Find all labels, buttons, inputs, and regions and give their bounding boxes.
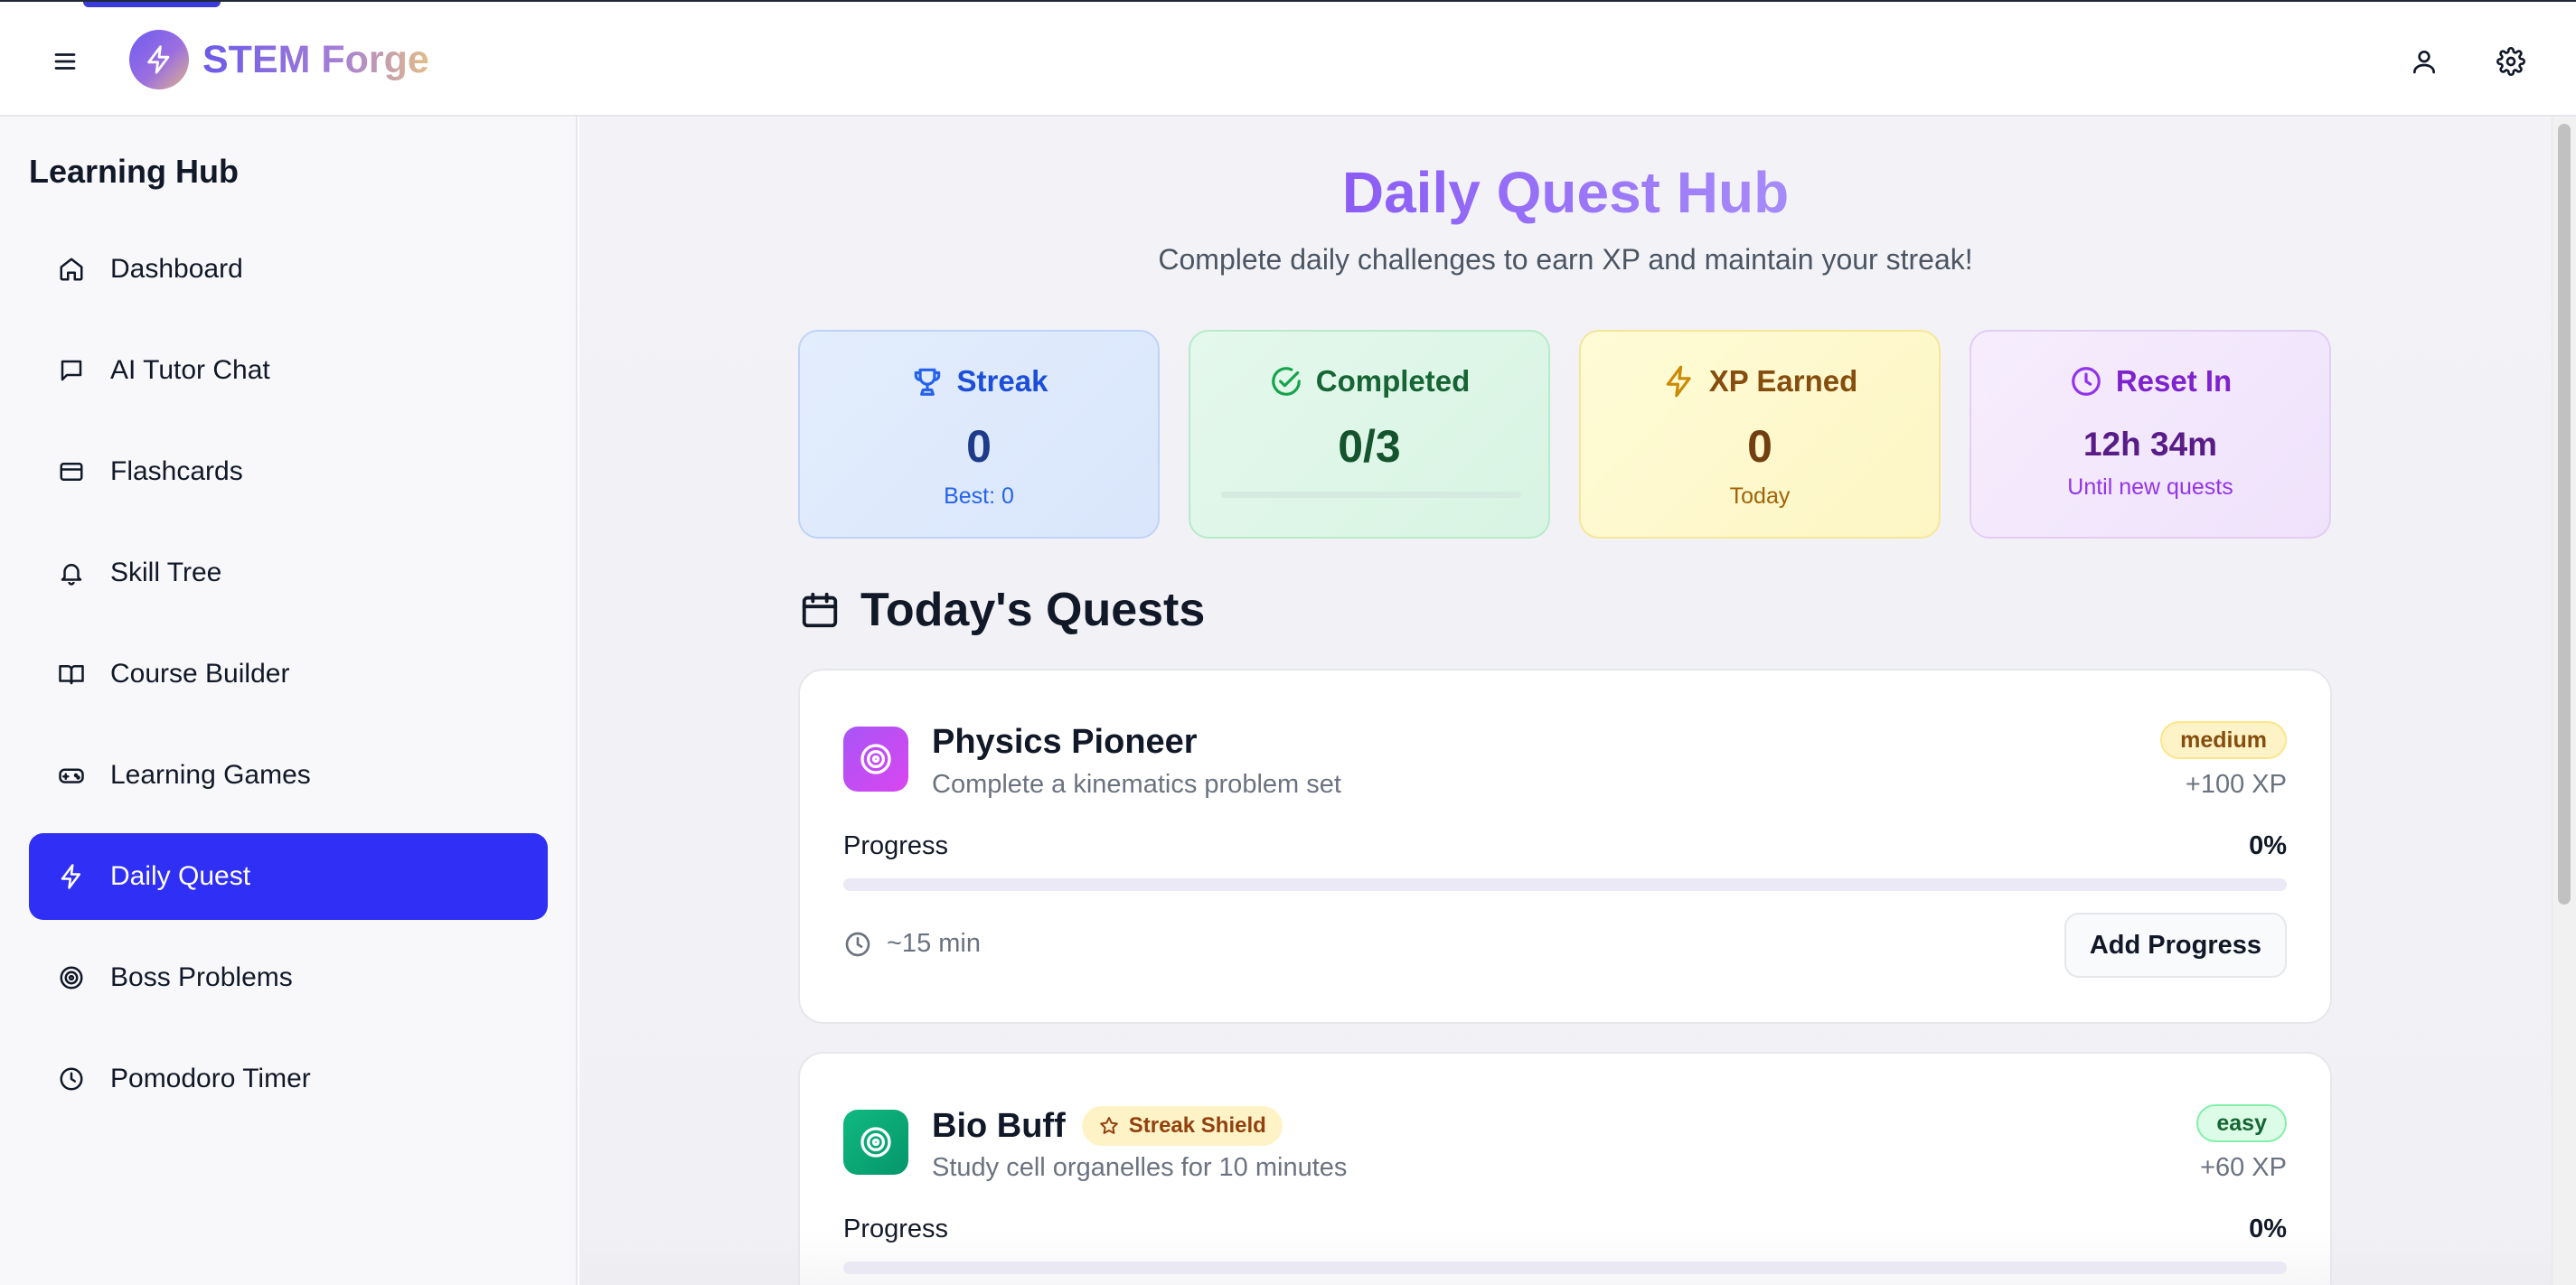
clock-icon [2069,364,2103,399]
streak-label: Streak [956,364,1048,398]
xp-note: Today [1729,483,1791,509]
sidebar-item-daily-quest[interactable]: Daily Quest [29,833,548,920]
xp-label: XP Earned [1708,364,1858,398]
target-icon [56,962,87,993]
quest-description: Study cell organelles for 10 minutes [932,1153,1348,1182]
sidebar-item-ai-tutor-chat[interactable]: AI Tutor Chat [29,327,548,414]
completed-progress-bar [1221,492,1521,498]
quest-xp: +60 XP [2200,1153,2287,1182]
sidebar-item-learning-games[interactable]: Learning Games [29,732,548,819]
completed-value: 0/3 [1338,421,1401,472]
reset-card: Reset In 12h 34m Until new quests [1970,330,2331,539]
main-content: Daily Quest Hub Complete daily challenge… [579,117,2552,1285]
user-icon[interactable] [2404,42,2444,81]
sidebar-item-label: Dashboard [110,254,243,284]
menu-icon[interactable] [49,45,81,78]
difficulty-badge: easy [2196,1104,2287,1142]
quest-title: Physics Pioneer [932,723,1198,761]
quest-progress-bar [843,878,2287,891]
book-icon [56,659,87,689]
add-progress-button[interactable]: Add Progress [2064,913,2287,978]
target-icon [843,727,908,792]
completed-card: Completed 0/3 [1189,330,1550,539]
sidebar-item-label: Pomodoro Timer [110,1064,311,1093]
calendar-icon [799,589,841,631]
check-circle-icon [1269,364,1303,399]
sidebar-item-label: Skill Tree [110,558,222,587]
sidebar-item-course-builder[interactable]: Course Builder [29,631,548,718]
sidebar-item-label: Learning Games [110,760,311,790]
sidebar-item-label: Daily Quest [110,861,251,891]
progress-label: Progress [843,831,949,860]
section-title: Today's Quests [799,583,1205,637]
streak-best: Best: 0 [944,483,1014,509]
xp-card: XP Earned 0 Today [1579,330,1941,539]
sidebar-item-label: Flashcards [110,456,243,486]
reset-label: Reset In [2115,364,2233,398]
xp-value: 0 [1747,421,1772,472]
gear-icon[interactable] [2491,42,2531,81]
star-icon [1098,1115,1120,1137]
sidebar-item-dashboard[interactable]: Dashboard [29,226,548,313]
bell-icon [56,558,87,588]
reset-value: 12h 34m [2082,426,2218,463]
sidebar-item-boss-problems[interactable]: Boss Problems [29,934,548,1021]
quest-description: Complete a kinematics problem set [932,770,1341,799]
target-icon [843,1110,908,1175]
card-icon [56,456,87,487]
clock-icon [843,930,872,959]
progress-percent: 0% [2249,1215,2287,1243]
lightning-icon [1662,364,1697,399]
completed-label: Completed [1315,364,1471,398]
progress-label: Progress [843,1215,949,1243]
progress-percent: 0% [2249,831,2287,860]
quest-xp: +100 XP [2185,770,2287,799]
quest-title: Bio Buff Streak Shield [932,1106,1283,1146]
quest-time: ~15 min [843,929,981,959]
gamepad-icon [56,760,87,791]
quest-card: Bio Buff Streak Shield Study cell organe… [798,1052,2332,1285]
sidebar-item-flashcards[interactable]: Flashcards [29,428,548,515]
sidebar-item-label: Course Builder [110,659,290,689]
clock-icon [56,1064,87,1094]
scrollbar-thumb[interactable] [2558,124,2571,905]
page-subtitle: Complete daily challenges to earn XP and… [1158,243,1973,276]
page-title: Daily Quest Hub [1341,160,1790,225]
sidebar-item-skill-tree[interactable]: Skill Tree [29,530,548,616]
streak-value: 0 [966,421,992,472]
difficulty-badge: medium [2160,721,2287,759]
reset-note: Until new quests [2067,474,2233,500]
tab-indicator [83,2,221,7]
quest-card: Physics Pioneer Complete a kinematics pr… [798,669,2332,1024]
sidebar-title: Learning Hub [29,153,239,190]
trophy-icon [910,364,945,399]
streak-card: Streak 0 Best: 0 [798,330,1160,539]
chat-icon [56,355,87,386]
app-name[interactable]: STEM Forge [202,34,429,85]
sidebar-item-label: Boss Problems [110,962,293,992]
logo-icon[interactable] [129,30,189,89]
lightning-icon [56,861,87,892]
sidebar-item-label: AI Tutor Chat [110,355,270,385]
home-icon [56,254,87,285]
sidebar-item-pomodoro-timer[interactable]: Pomodoro Timer [29,1036,548,1122]
top-bar: STEM Forge [0,0,2576,117]
quest-progress-bar [843,1262,2287,1274]
streak-shield-badge: Streak Shield [1081,1106,1283,1146]
sidebar: Learning Hub Dashboard AI Tutor Chat Fla… [0,117,578,1285]
